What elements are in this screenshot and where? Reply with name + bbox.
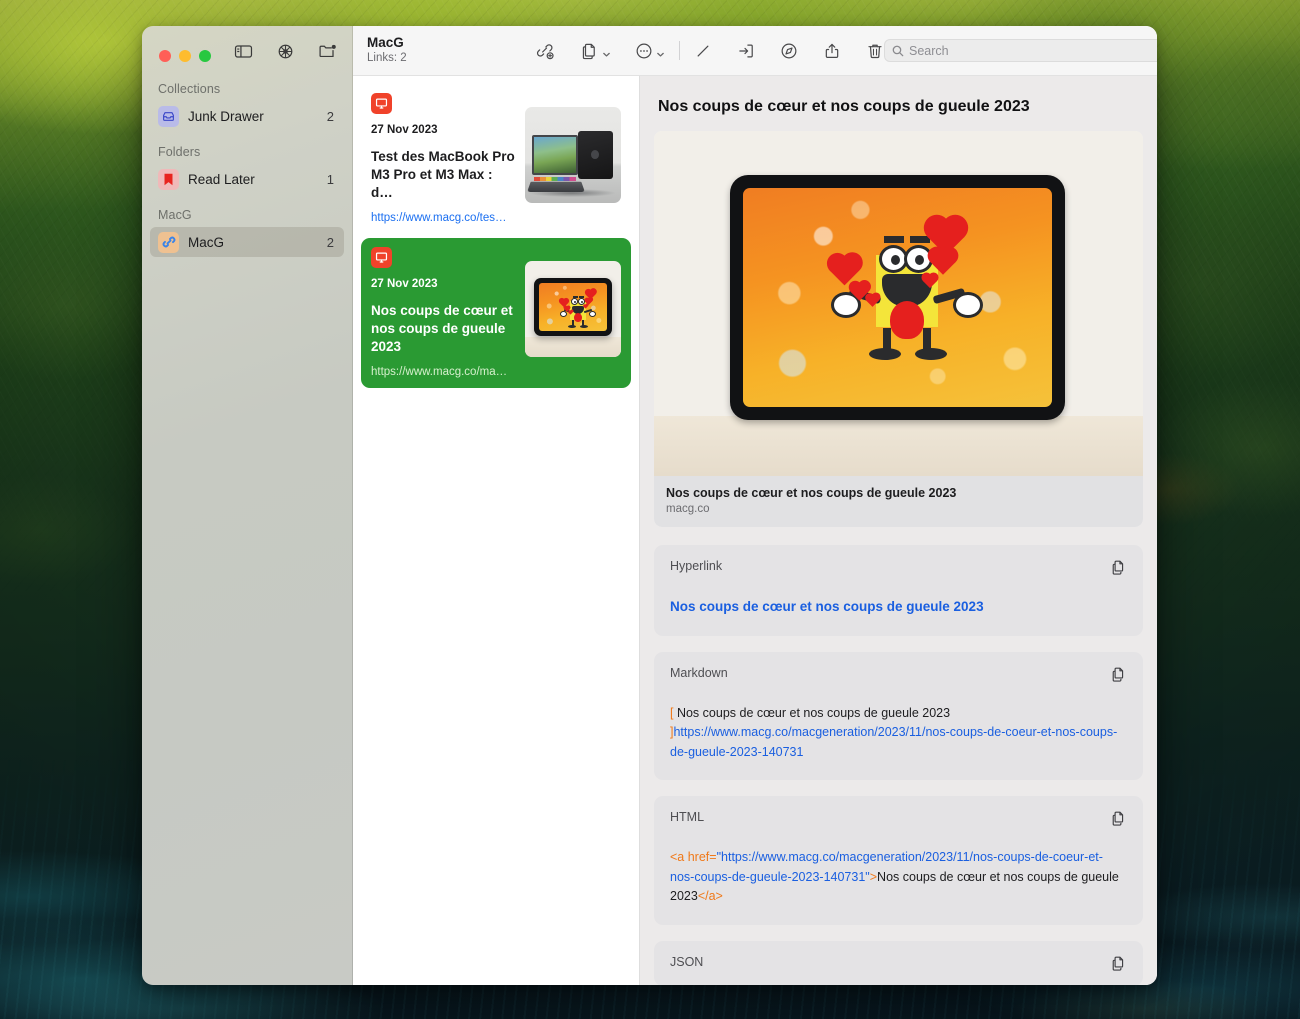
html-tag-close: </a> (697, 889, 723, 904)
link-preview-card[interactable]: Nos coups de cœur et nos coups de gueule… (654, 131, 1143, 527)
list-item-url: https://www.macg.co/ma… (371, 365, 508, 378)
bookmark-icon (158, 168, 179, 190)
search-input[interactable] (909, 43, 1157, 58)
toolbar-buttons (527, 37, 884, 65)
markdown-url: https://www.macg.co/macgeneration/2023/1… (670, 725, 1118, 759)
section-header: Markdown (670, 666, 1127, 683)
copy-documents-icon[interactable] (1110, 666, 1127, 683)
toolbar: MacG Links: 2 (353, 26, 1157, 76)
preview-caption: Nos coups de cœur et nos coups de gueule… (654, 476, 1143, 527)
section-label: Hyperlink (670, 559, 723, 573)
list-item-thumbnail (525, 260, 621, 357)
sidebar-item-label: Junk Drawer (188, 108, 264, 124)
list-item-title: Nos coups de cœur et nos coups de gueule… (371, 302, 513, 354)
toolbar-subtitle: Links: 2 (367, 52, 407, 65)
markdown-link-title: Nos coups de cœur et nos coups de gueule… (673, 705, 951, 720)
sidebar-item-read-later[interactable]: Read Later 1 (150, 164, 344, 194)
desktop: Collections Junk Drawer 2 Folders Read L… (0, 0, 1300, 1019)
section-html: HTML <a href="https://www.macg.co/macgen… (654, 796, 1143, 925)
page-title: Nos coups de cœur et nos coups de gueule… (658, 98, 1030, 115)
add-link-icon[interactable] (535, 37, 555, 65)
html-gt: > (869, 869, 878, 884)
macbook-photo (525, 107, 621, 203)
tablet-hearts-photo-large (654, 131, 1143, 476)
list-item-date: 27 Nov 2023 (371, 277, 438, 290)
sidebar-item-count: 2 (326, 108, 334, 124)
content-panes: 27 Nov 2023 Test des MacBook Pro M3 Pro … (353, 76, 1157, 985)
list-item-title: Test des MacBook Pro M3 Pro et M3 Max : … (371, 149, 515, 200)
sidebar-item-label: MacG (188, 234, 225, 250)
detail-pane: Nos coups de cœur et nos coups de gueule… (640, 76, 1157, 985)
close-button[interactable] (159, 49, 171, 62)
minimize-button[interactable] (179, 49, 191, 62)
open-external-icon[interactable] (737, 37, 755, 65)
links-list: 27 Nov 2023 Test des MacBook Pro M3 Pro … (353, 76, 640, 985)
copy-documents-icon[interactable] (581, 37, 599, 65)
section-header: HTML (670, 810, 1127, 827)
list-item-content: 27 Nov 2023 Test des MacBook Pro M3 Pro … (371, 93, 517, 224)
sidebar-section-title-collections: Collections (158, 82, 221, 96)
list-item-thumbnail (525, 107, 621, 203)
preview-image (654, 131, 1143, 476)
safari-compass-icon[interactable] (780, 37, 798, 65)
sidebar-item-label: Read Later (188, 171, 255, 187)
sidebar: Collections Junk Drawer 2 Folders Read L… (142, 26, 353, 985)
toolbar-title-group: MacG Links: 2 (353, 35, 527, 67)
section-markdown: Markdown [ Nos coups de cœur et nos coup… (654, 651, 1143, 781)
section-json: JSON (654, 940, 1143, 985)
section-hyperlink: Hyperlink Nos coups de cœur et nos coups… (654, 545, 1143, 636)
copy-documents-icon[interactable] (1110, 955, 1127, 972)
html-tag-open: <a href= (670, 850, 717, 865)
edit-pencil-icon[interactable] (694, 37, 712, 65)
sidebar-toolbar (234, 42, 337, 61)
main-area: MacG Links: 2 Search 27 Nov 2023 Test de… (353, 26, 1157, 985)
section-label: JSON (670, 954, 704, 969)
section-label: HTML (670, 810, 705, 825)
sidebar-item-count: 1 (326, 171, 334, 187)
inbox-icon (158, 105, 179, 127)
sidebar-item-junk-drawer[interactable]: Junk Drawer 2 (150, 101, 344, 131)
trash-icon[interactable] (866, 37, 884, 65)
list-item[interactable]: 27 Nov 2023 Nos coups de cœur et nos cou… (361, 237, 631, 388)
tablet-hearts-photo (525, 260, 621, 357)
chevron-down-icon[interactable] (602, 46, 611, 57)
search-icon (892, 45, 904, 56)
list-item-content: 27 Nov 2023 Nos coups de cœur et nos cou… (371, 246, 517, 378)
sidebar-toggle-icon[interactable] (234, 42, 253, 61)
monitor-icon (371, 93, 392, 114)
list-item-date: 27 Nov 2023 (371, 124, 438, 136)
sidebar-item-count: 2 (326, 234, 334, 250)
monitor-icon (371, 246, 392, 268)
toolbar-title: MacG (367, 34, 404, 50)
preview-caption-host: macg.co (666, 503, 710, 515)
section-header: Hyperlink (670, 559, 1127, 576)
copy-documents-icon[interactable] (1110, 559, 1127, 576)
list-item[interactable]: 27 Nov 2023 Test des MacBook Pro M3 Pro … (361, 84, 631, 234)
search-box[interactable] (884, 39, 1157, 62)
gear-icon[interactable] (276, 42, 295, 61)
sidebar-item-macg[interactable]: MacG 2 (150, 227, 344, 257)
copy-documents-icon[interactable] (1110, 810, 1127, 827)
chevron-down-icon[interactable] (656, 46, 665, 57)
list-item-url: https://www.macg.co/tes… (371, 211, 507, 224)
section-header: JSON (670, 955, 1127, 972)
zoom-button[interactable] (199, 49, 211, 62)
hyperlink-text[interactable]: Nos coups de cœur et nos coups de gueule… (670, 599, 984, 614)
share-icon[interactable] (823, 37, 841, 65)
toolbar-separator (679, 41, 680, 60)
section-label: Markdown (670, 665, 728, 680)
link-icon (158, 231, 179, 253)
section-body: Nos coups de cœur et nos coups de gueule… (670, 597, 1127, 618)
new-folder-icon[interactable] (318, 42, 337, 61)
section-body: <a href="https://www.macg.co/macgenerati… (670, 848, 1127, 907)
section-body: [ Nos coups de cœur et nos coups de gueu… (670, 704, 1127, 763)
more-options-icon[interactable] (635, 37, 653, 65)
sidebar-section-title-folders: Folders (158, 145, 201, 159)
sidebar-section-title-macg: MacG (158, 208, 192, 222)
app-window: Collections Junk Drawer 2 Folders Read L… (142, 26, 1157, 985)
preview-caption-title: Nos coups de cœur et nos coups de gueule… (666, 486, 957, 500)
